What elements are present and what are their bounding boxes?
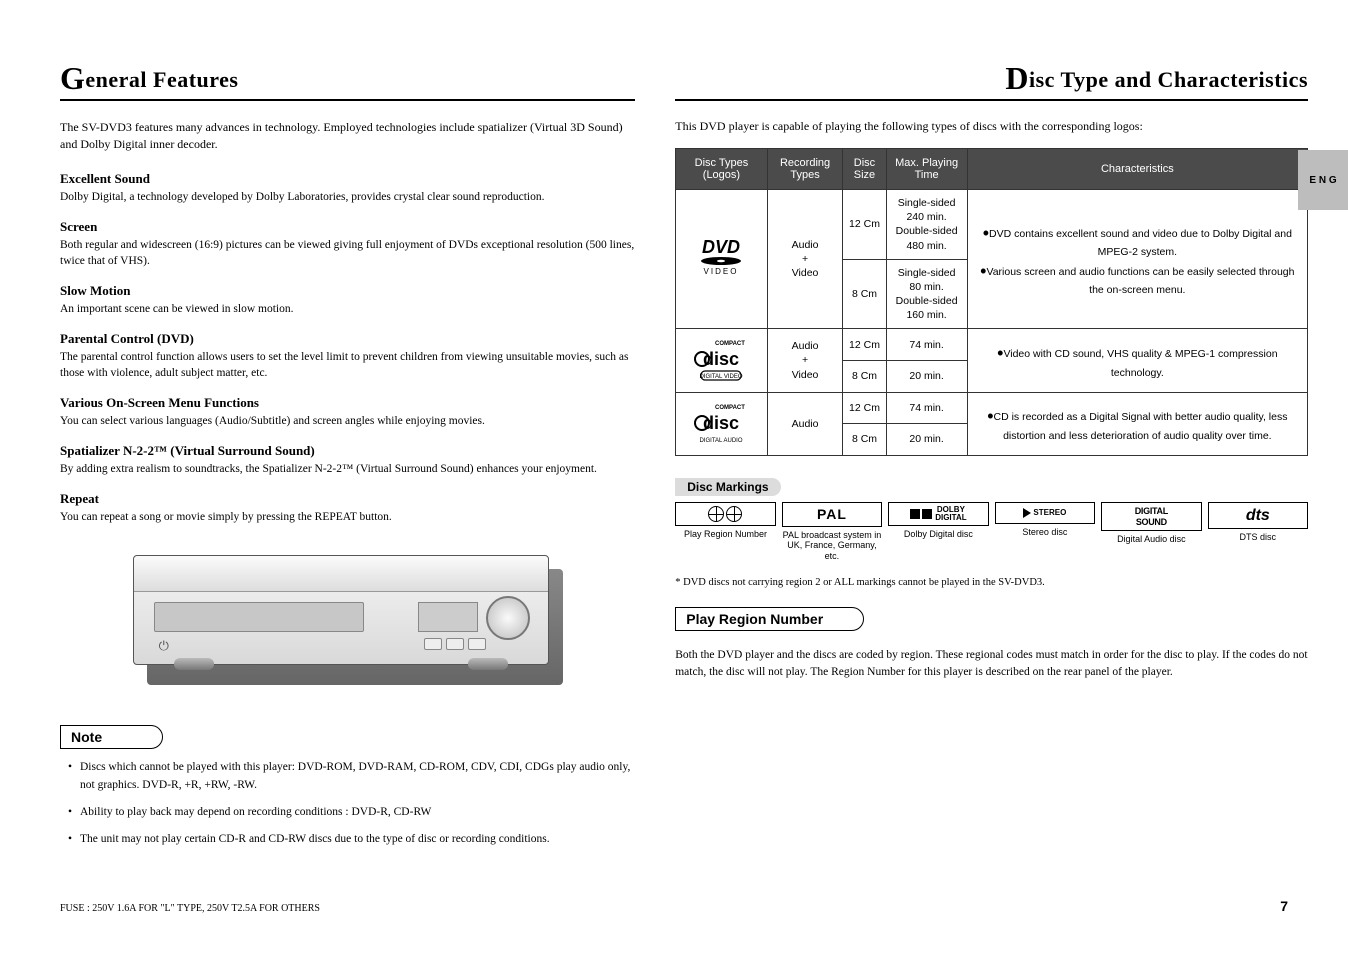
mark-caption: Digital Audio disc [1101,534,1201,545]
power-icon: ⏻ [159,638,169,654]
disc-size-cell: 12 Cm [843,392,886,424]
disc-mark-dolby: DOLBYDIGITAL Dolby Digital disc [888,502,988,540]
right-title-rest: isc Type and Characteristics [1029,67,1308,92]
feature-body: Dolby Digital, a technology developed by… [60,189,635,205]
svg-text:DIGITAL VIDEO: DIGITAL VIDEO [700,374,743,380]
digital-icon: DIGITALSOUND [1101,502,1201,532]
mark-caption: Play Region Number [675,529,775,540]
recording-type-cell: Audio [767,392,843,455]
dolby-icon: DOLBYDIGITAL [888,502,988,526]
feature-title: Parental Control (DVD) [60,331,635,347]
disc-size-cell: 12 Cm [843,329,886,361]
language-tab: E N G [1298,150,1348,210]
table-header: Disc Types (Logos) [676,149,767,190]
disc-logo-cell: COMPACTdiscDIGITAL AUDIO [676,392,767,455]
left-note-box: Note Discs which cannot be played with t… [60,725,635,848]
disc-table: Disc Types (Logos)Recording TypesDisc Si… [675,148,1308,456]
fuse-spec: FUSE : 250V 1.6A FOR "L" TYPE, 250V T2.5… [60,903,320,914]
svg-text:DIGITAL AUDIO: DIGITAL AUDIO [700,438,743,444]
disc-mark-dts: dts DTS disc [1208,502,1308,543]
feature-body: You can repeat a song or movie simply by… [60,509,635,525]
right-section-title: Disc Type and Characteristics [675,60,1308,101]
disc-markings: Disc Markings Play Region Number PAL PAL b… [675,478,1308,591]
region-note-header: Play Region Number [675,607,864,631]
table-row: DVDVIDEOAudio+Video12 CmSingle-sided 240… [676,190,1308,260]
left-intro: The SV-DVD3 features many advances in te… [60,119,635,153]
table-row: COMPACTdiscDIGITAL VIDEOAudio+Video12 Cm… [676,329,1308,361]
left-title-rest: eneral Features [85,67,238,92]
page-number: 7 [1280,898,1288,914]
region-icon [675,502,775,526]
feature-title: Screen [60,219,635,235]
svg-text:COMPACT: COMPACT [715,341,745,347]
characteristics-cell: •Video with CD sound, VHS quality & MPEG… [967,329,1307,392]
note-item: The unit may not play certain CD-R and C… [68,831,635,848]
disc-size-cell: 12 Cm [843,190,886,260]
disc-size-cell: 8 Cm [843,360,886,392]
right-lead: This DVD player is capable of playing th… [675,119,1308,134]
play-time-cell: 74 min. [886,329,967,361]
play-time-cell: Single-sided 240 min.Double-sided 480 mi… [886,190,967,260]
feature-body: You can select various languages (Audio/… [60,413,635,429]
disc-markings-title: Disc Markings [675,478,780,496]
play-time-cell: 20 min. [886,360,967,392]
mark-caption: Dolby Digital disc [888,529,988,540]
characteristics-cell: •DVD contains excellent sound and video … [967,190,1307,329]
feature-title: Repeat [60,491,635,507]
feature-body: By adding extra realism to soundtracks, … [60,461,635,477]
disc-logo-cell: COMPACTdiscDIGITAL VIDEO [676,329,767,392]
play-time-cell: 74 min. [886,392,967,424]
feature-title: Excellent Sound [60,171,635,187]
svg-text:COMPACT: COMPACT [715,405,745,411]
feature-title: Spatializer N-2-2™ (Virtual Surround Sou… [60,443,635,459]
note-item: Ability to play back may depend on recor… [68,804,635,821]
disc-mark-region: Play Region Number [675,502,775,540]
left-note-header: Note [60,725,163,749]
pal-icon: PAL [782,502,882,527]
disc-mark-digital: DIGITALSOUND Digital Audio disc [1101,502,1201,545]
region-restriction-note: * DVD discs not carrying region 2 or ALL… [675,576,1308,591]
feature-body: Both regular and widescreen (16:9) pictu… [60,237,635,269]
feature-list: Excellent Sound Dolby Digital, a technolo… [60,171,635,526]
table-header: Disc Size [843,149,886,190]
table-row: COMPACTdiscDIGITAL AUDIOAudio12 Cm74 min… [676,392,1308,424]
mark-caption: Stereo disc [995,527,1095,538]
note-item: Discs which cannot be played with this p… [68,759,635,794]
feature-title: Slow Motion [60,283,635,299]
mark-caption: DTS disc [1208,532,1308,543]
table-header: Max. Playing Time [886,149,967,190]
left-section-title: General Features [60,60,635,101]
disc-logo-cell: DVD VIDEO [676,190,767,329]
feature-title: Various On-Screen Menu Functions [60,395,635,411]
region-note-box: Play Region Number Both the DVD player a… [675,607,1308,682]
disc-size-cell: 8 Cm [843,259,886,329]
disc-mark-pal: PAL PAL broadcast system in UK, France, G… [782,502,882,562]
play-time-cell: 20 min. [886,424,967,456]
player-transport-icons [424,638,486,650]
feature-body: An important scene can be viewed in slow… [60,301,635,317]
dvd-player-illustration: ⏻ [133,555,563,685]
recording-type-cell: Audio+Video [767,329,843,392]
svg-text:DVD: DVD [702,237,740,257]
disc-size-cell: 8 Cm [843,424,886,456]
dts-icon: dts [1208,502,1308,529]
play-time-cell: Single-sided 80 min.Double-sided 160 min… [886,259,967,329]
region-note-text: Both the DVD player and the discs are co… [675,647,1308,682]
stereo-icon: STEREO [995,502,1095,524]
disc-mark-stereo: STEREO Stereo disc [995,502,1095,538]
left-title-cap: G [60,60,85,96]
mark-caption: PAL broadcast system in UK, France, Germ… [782,530,882,562]
table-header: Recording Types [767,149,843,190]
characteristics-cell: •CD is recorded as a Digital Signal with… [967,392,1307,455]
svg-text:VIDEO: VIDEO [704,267,739,276]
table-header: Characteristics [967,149,1307,190]
right-title-cap: D [1005,60,1029,96]
recording-type-cell: Audio+Video [767,190,843,329]
feature-body: The parental control function allows use… [60,349,635,381]
